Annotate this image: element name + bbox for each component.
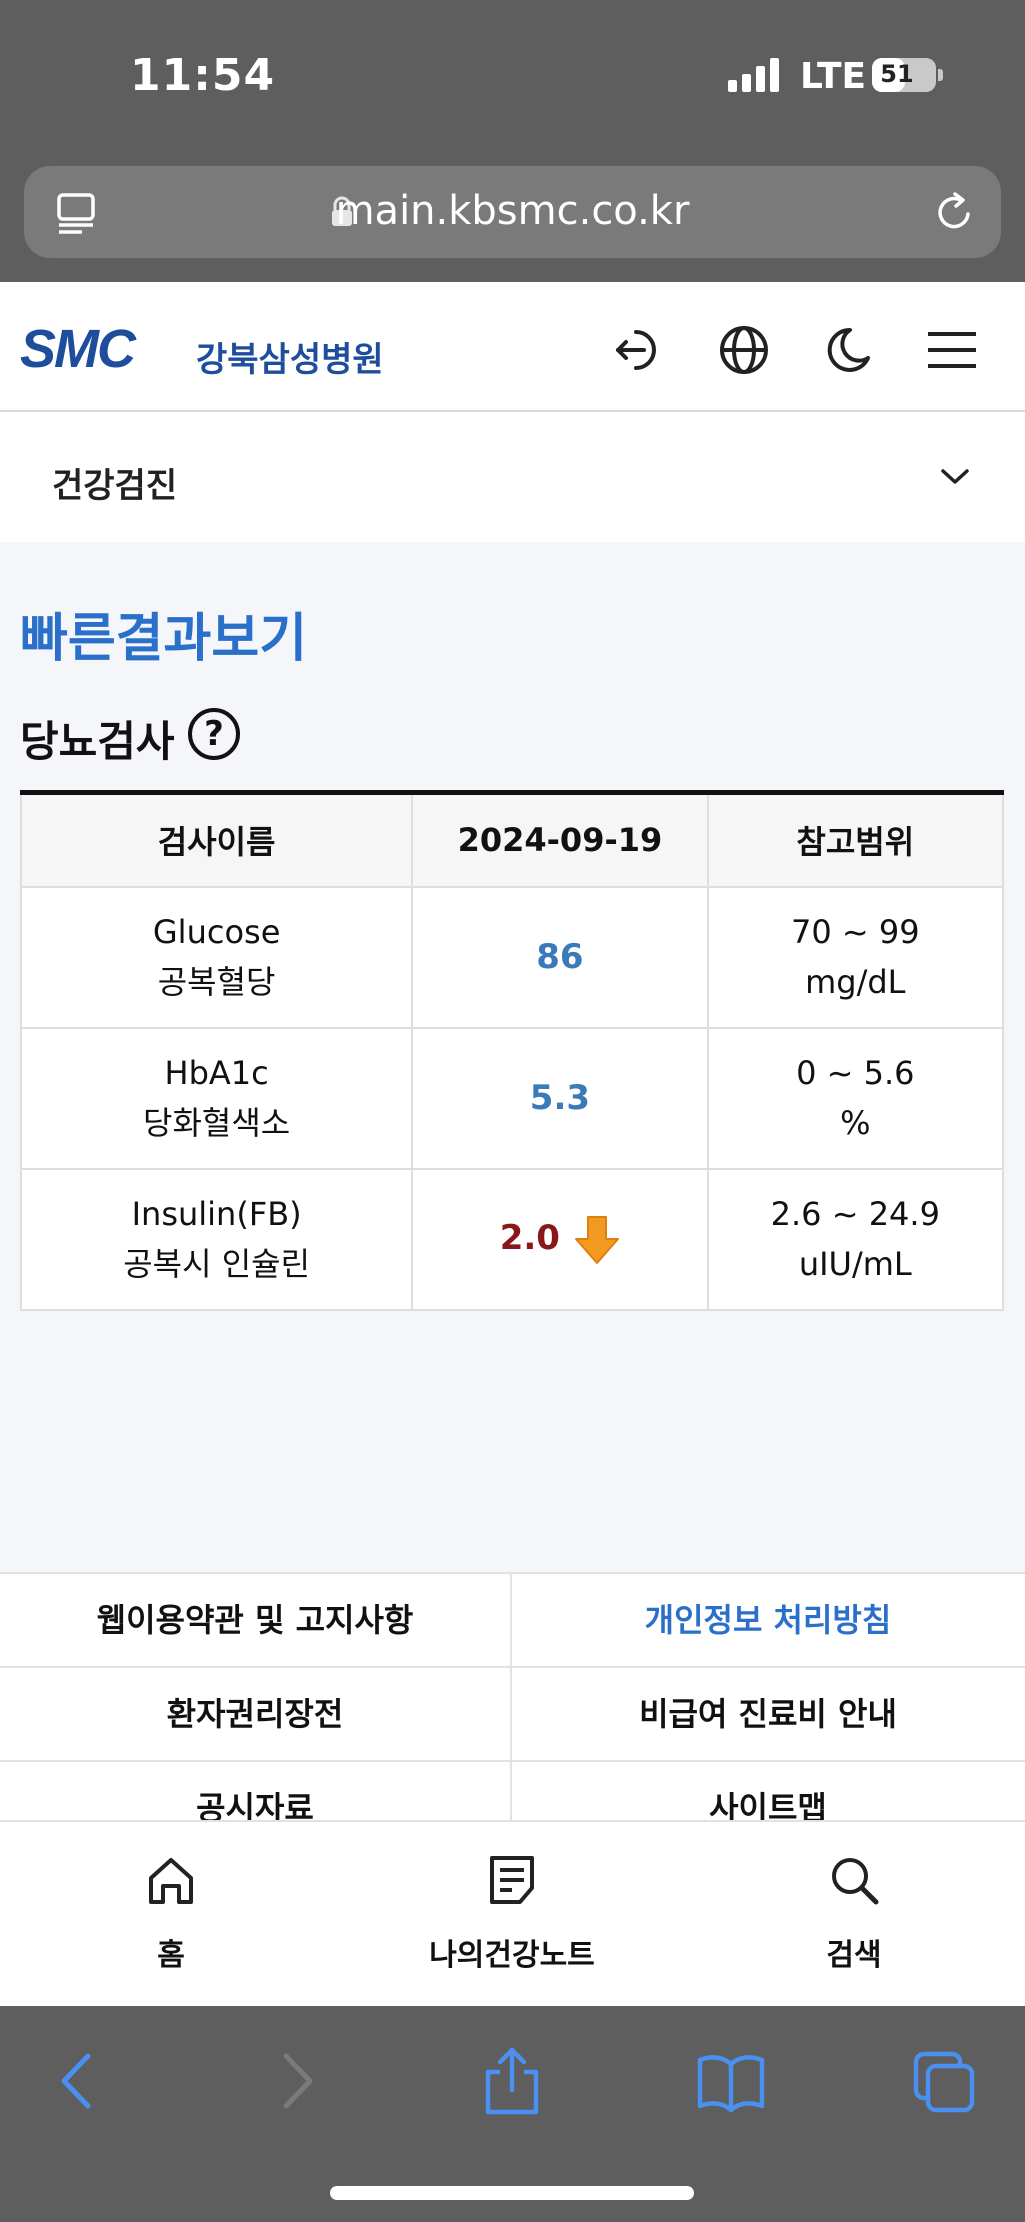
column-header-reference-range: 참고범위: [706, 790, 1005, 888]
reference-range: 0 ~ 5.6: [796, 1054, 915, 1092]
home-indicator: [330, 2186, 694, 2200]
nav-search-label: 검색: [826, 1938, 882, 1973]
results-table: 검사이름 2024-09-19 참고범위 Glucose 공복혈당 86 70 …: [19, 790, 1005, 1311]
unit: uIU/mL: [798, 1245, 912, 1283]
footer-links: 웹이용약관 및 고지사항 개인정보 처리방침 환자권리장전 비급여 진료비 안내…: [0, 1572, 1025, 1820]
test-name-kr: 공복혈당: [157, 963, 276, 1001]
signal-icon: [728, 58, 779, 92]
battery-icon: 51: [872, 58, 936, 92]
privacy-policy-link[interactable]: 개인정보 처리방침: [512, 1574, 1024, 1666]
section-title: 당뇨검사: [20, 717, 175, 766]
logo[interactable]: SMC: [20, 318, 136, 380]
disclosure-link[interactable]: 공시자료: [0, 1762, 512, 1820]
table-header-row: 검사이름 2024-09-19 참고범위: [19, 790, 1005, 888]
reference-range: 70 ~ 99: [791, 913, 920, 951]
test-name-kr: 공복시 인슐린: [123, 1245, 311, 1283]
result-cell: 86: [411, 885, 709, 1029]
chevron-down-icon: [941, 469, 969, 484]
terms-link[interactable]: 웹이용약관 및 고지사항: [0, 1574, 512, 1666]
moon-icon[interactable]: [820, 322, 876, 378]
test-name-cell: HbA1c 당화혈색소: [19, 1026, 414, 1170]
logout-icon[interactable]: [610, 322, 666, 378]
result-value: 2.0: [499, 1218, 560, 1258]
site-header: SMC 강북삼성병원: [0, 282, 1025, 412]
nav-health-note-label: 나의건강노트: [429, 1938, 595, 1973]
table-row: HbA1c 당화혈색소 5.3 0 ~ 5.6 %: [19, 1026, 1005, 1170]
result-value: 5.3: [529, 1078, 591, 1118]
nav-health-note[interactable]: 나의건강노트: [382, 1852, 642, 1974]
patient-rights-link[interactable]: 환자권리장전: [0, 1668, 512, 1760]
forward-icon[interactable]: [270, 2046, 320, 2116]
unit: mg/dL: [805, 963, 906, 1001]
address-bar[interactable]: main.kbsmc.co.kr: [24, 166, 1001, 258]
test-name-kr: 당화혈색소: [143, 1104, 291, 1142]
test-name-cell: Insulin(FB) 공복시 인슐린: [19, 1167, 414, 1311]
bookmarks-icon[interactable]: [696, 2046, 766, 2116]
back-icon[interactable]: [54, 2046, 104, 2116]
category-select[interactable]: 건강검진: [0, 412, 1025, 542]
test-name-en: Insulin(FB): [131, 1195, 302, 1233]
result-cell: 5.3: [411, 1026, 709, 1170]
column-header-date: 2024-09-19: [411, 790, 709, 888]
test-name-cell: Glucose 공복혈당: [19, 885, 414, 1029]
nav-home-label: 홈: [157, 1938, 185, 1973]
column-header-test-name: 검사이름: [19, 790, 414, 888]
reference-range: 2.6 ~ 24.9: [770, 1195, 940, 1233]
non-covered-fees-link[interactable]: 비급여 진료비 안내: [512, 1668, 1024, 1760]
home-icon: [149, 1858, 193, 1904]
network-label: LTE: [800, 56, 867, 97]
range-cell: 70 ~ 99 mg/dL: [706, 885, 1005, 1029]
page-title: 빠른결과보기: [20, 609, 308, 669]
url-text: main.kbsmc.co.kr: [335, 188, 690, 234]
unit: %: [840, 1104, 871, 1142]
reload-icon[interactable]: [930, 188, 978, 236]
bottom-nav: 홈 나의건강노트 검색: [0, 1820, 1025, 2006]
test-name-en: Glucose: [152, 913, 281, 951]
nav-search[interactable]: 검색: [724, 1852, 984, 1974]
search-icon: [832, 1858, 879, 1905]
globe-icon[interactable]: [716, 322, 772, 378]
arrow-down-icon: [575, 1216, 620, 1264]
nav-home[interactable]: 홈: [41, 1852, 301, 1974]
share-icon[interactable]: [480, 2046, 544, 2116]
result-cell: 2.0: [411, 1167, 709, 1311]
test-name-en: HbA1c: [164, 1054, 269, 1092]
menu-icon[interactable]: [924, 322, 980, 378]
battery-level: 51: [880, 60, 914, 88]
note-icon: [490, 1856, 534, 1904]
table-row: Insulin(FB) 공복시 인슐린 2.0 2.6 ~ 24.9 uIU/m…: [19, 1167, 1005, 1311]
sitemap-link[interactable]: 사이트맵: [512, 1762, 1024, 1820]
table-row: Glucose 공복혈당 86 70 ~ 99 mg/dL: [19, 885, 1005, 1029]
range-cell: 2.6 ~ 24.9 uIU/mL: [706, 1167, 1005, 1311]
browser-address-area: main.kbsmc.co.kr: [0, 160, 1025, 282]
status-time: 11:54: [130, 50, 276, 101]
help-button[interactable]: ?: [188, 708, 240, 760]
hospital-name[interactable]: 강북삼성병원: [196, 332, 384, 381]
battery-cap: [938, 69, 943, 81]
tabs-icon[interactable]: [912, 2046, 978, 2116]
category-label: 건강검진: [52, 466, 178, 506]
range-cell: 0 ~ 5.6 %: [706, 1026, 1005, 1170]
result-value: 86: [536, 937, 584, 977]
status-bar: 11:54 LTE 51: [0, 0, 1025, 160]
